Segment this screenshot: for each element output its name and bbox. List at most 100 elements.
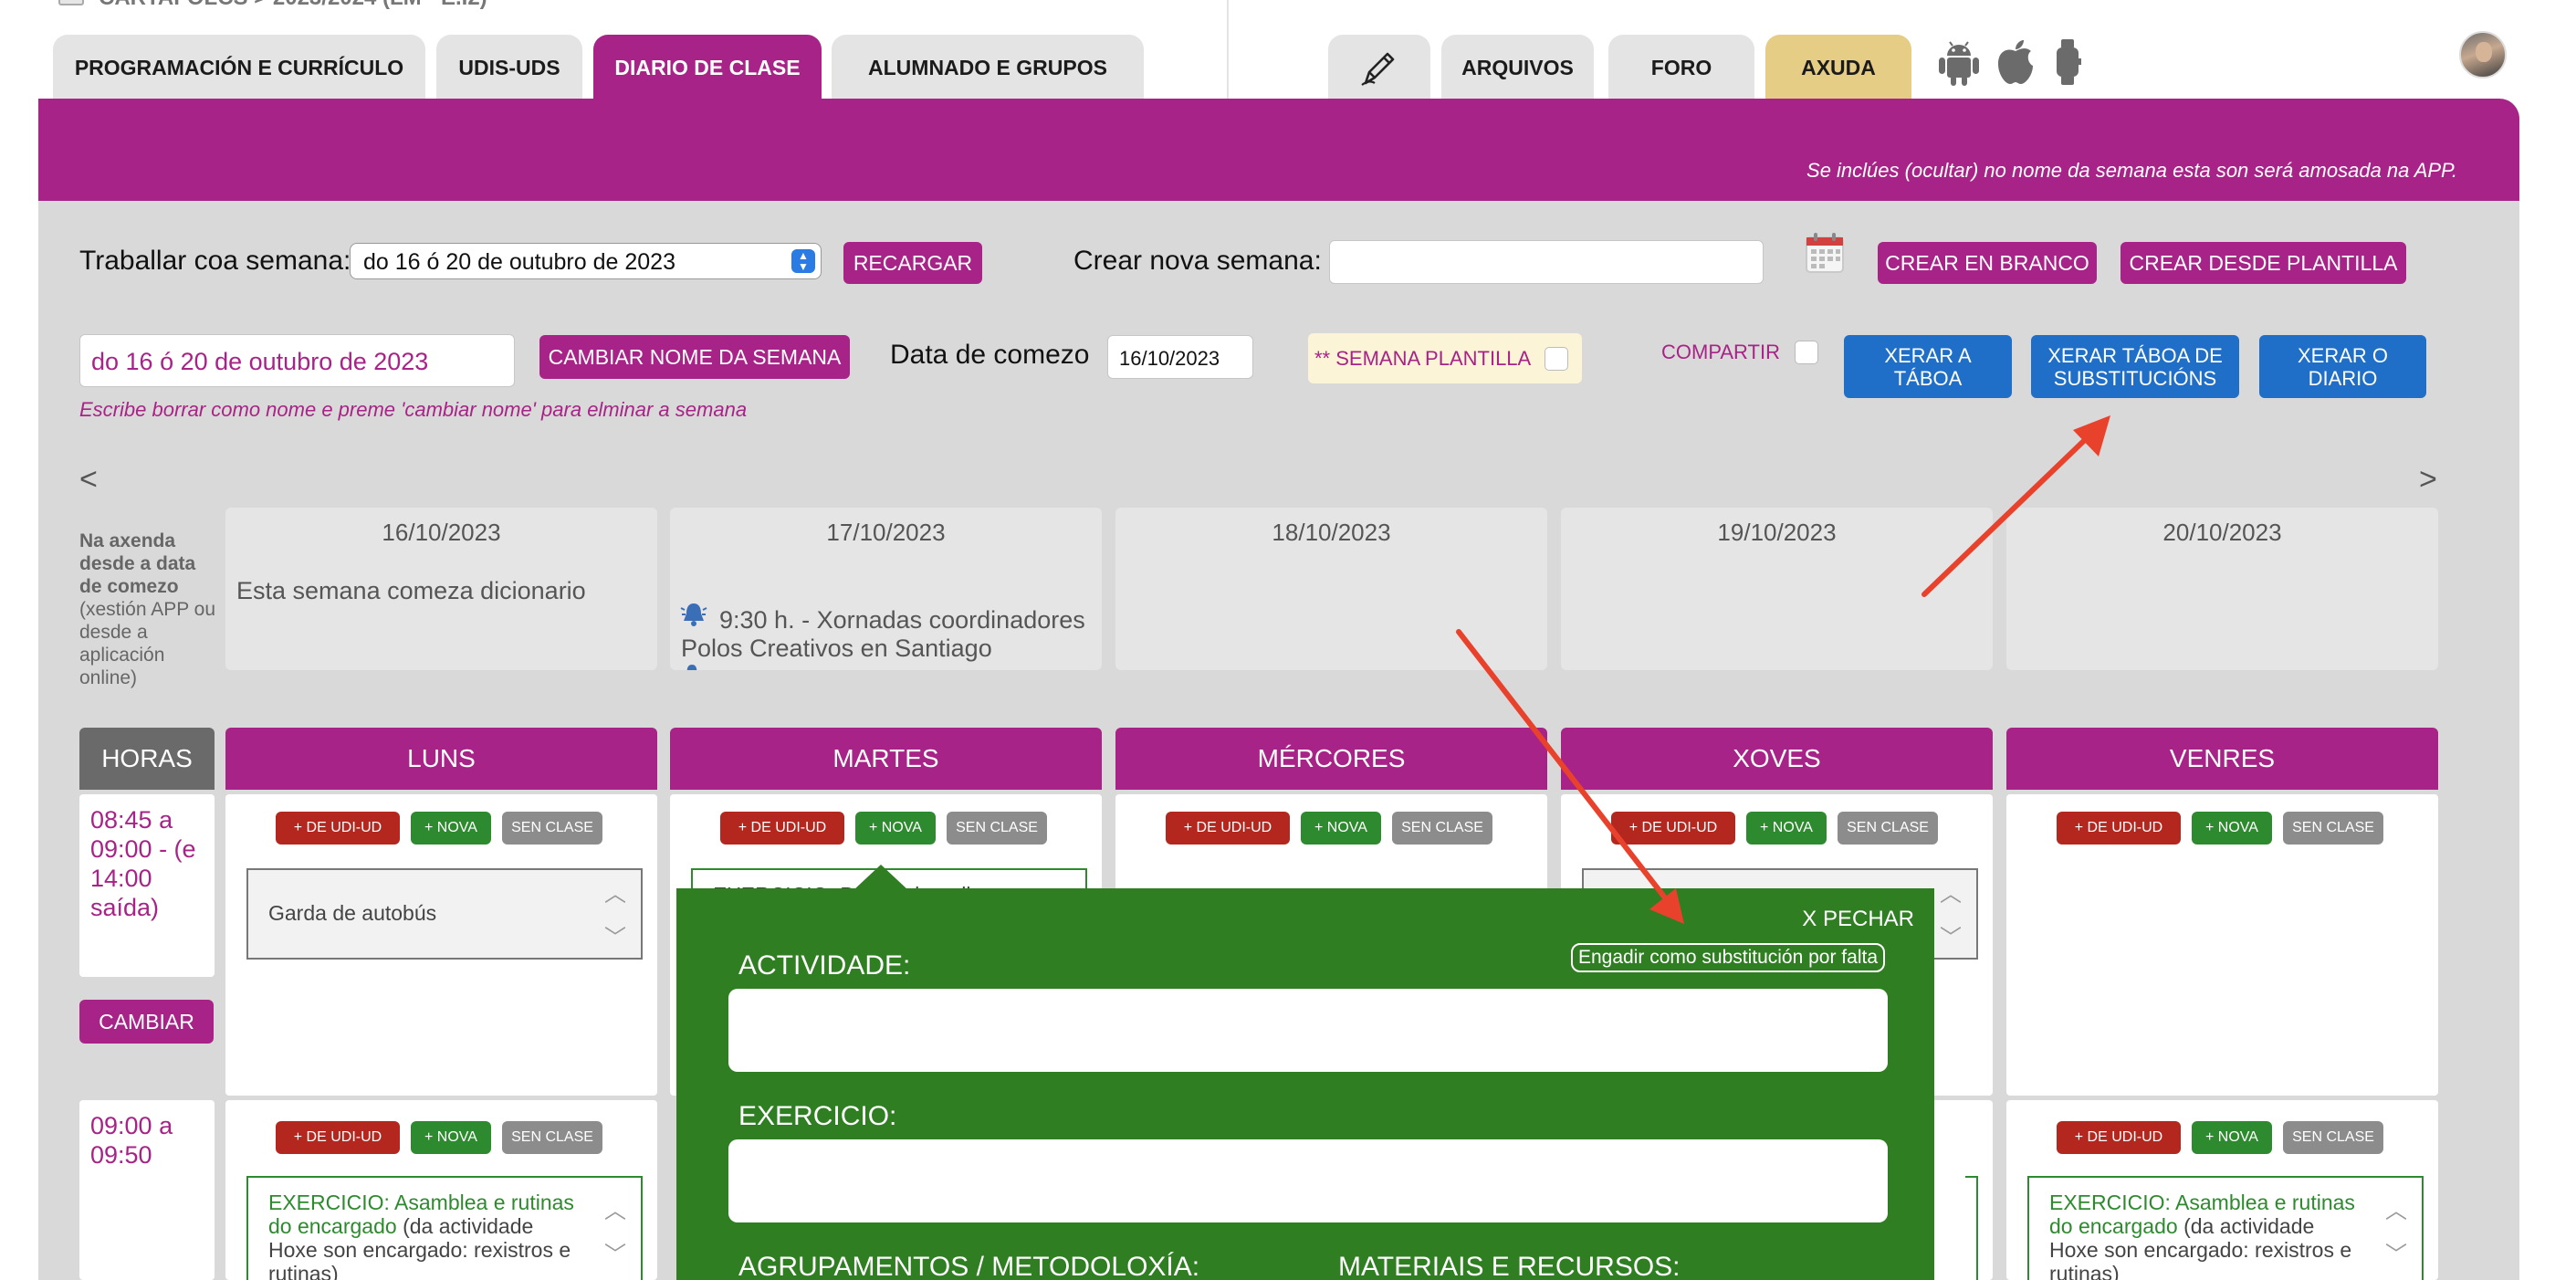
week-select[interactable]: do 16 ó 20 de outubro de 2023 ▲ ▼ [350,243,822,279]
no-class-button[interactable]: SEN CLASE [2283,1121,2383,1154]
agenda-text: Esta semana comeza dicionario [236,577,586,604]
lesson-entry[interactable]: EXERCICIO: Asamblea e rutinas do encarga… [246,1176,643,1280]
add-substitution-button[interactable]: Engadir como substitución por falta [1570,943,1885,972]
lesson-entry-partial [1965,1176,1978,1280]
create-template-button[interactable]: CREAR DESDE PLANTILLA [2120,242,2406,284]
chevron-down-icon[interactable]: ﹀ [1940,919,1962,951]
agenda-label-bold: Na axenda desde a data de comezo [79,530,196,597]
header-band [38,99,2519,201]
new-week-input[interactable] [1329,240,1764,284]
agenda-date: 16/10/2023 [382,519,501,546]
chevron-down-icon[interactable]: ﹀ [2385,1236,2407,1268]
start-date-value: 16/10/2023 [1119,347,1220,370]
col-header-xoves: XOVES [1561,728,1993,790]
reload-button[interactable]: RECARGAR [843,242,982,284]
groupings-label: AGRUPAMENTOS / METODOLOXÍA: [738,1252,1200,1280]
activity-input[interactable] [728,989,1888,1072]
android-icon[interactable] [1933,37,1984,88]
top-divider [1227,0,1229,100]
add-udi-button[interactable]: + DE UDI-UD [1166,812,1290,845]
start-date-input[interactable]: 16/10/2023 [1107,335,1253,379]
user-avatar[interactable] [2459,31,2507,79]
add-new-button[interactable]: + NOVA [1301,812,1381,845]
agenda-day-2: 17/10/2023 9:30 h. - Xornadas coordinado… [670,508,1102,670]
tab-axuda[interactable]: AXUDA [1765,35,1911,100]
generate-substitutions-button[interactable]: XERAR TÁBOA DE SUBSTITUCIÓNS [2031,335,2239,398]
time-cell-1: 08:45 a 09:00 - (e 14:00 saída) [79,794,215,977]
chevron-up-icon[interactable]: ︿ [604,1192,626,1224]
add-new-button[interactable]: + NOVA [2192,812,2272,845]
tab-diario[interactable]: DIARIO DE CLASE [593,35,822,100]
agenda-day-4: 19/10/2023 [1561,508,1993,670]
prev-week-button[interactable]: < [79,462,98,498]
share-checkbox[interactable] [1795,341,1818,364]
exercise-label: EXERCICIO: [738,1101,897,1131]
time-label: 09:00 a 09:50 [90,1112,173,1169]
week-name-value: do 16 ó 20 de outubro de 2023 [91,348,429,375]
add-new-button[interactable]: + NOVA [1746,812,1827,845]
tab-udis[interactable]: UDIS-UDS [436,35,582,100]
close-popup-button[interactable]: X PECHAR [1802,907,1914,932]
create-blank-button[interactable]: CREAR EN BRANCO [1878,242,2097,284]
new-week-label: Crear nova semana: [1073,246,1322,276]
col-header-venres: VENRES [2006,728,2438,790]
activity-label: ACTIVIDADE: [738,950,911,981]
time-label: 08:45 a 09:00 - (e 14:00 saída) [90,806,196,921]
time-cell-2: 09:00 a 09:50 [79,1100,215,1280]
calendar-icon[interactable] [1805,232,1845,274]
no-class-button[interactable]: SEN CLASE [1392,812,1492,845]
no-class-button[interactable]: SEN CLASE [502,1121,602,1154]
chevron-up-icon[interactable]: ︿ [1940,876,1962,908]
generate-table-button[interactable]: XERAR A TÁBOA [1844,335,2012,398]
apple-icon[interactable] [1990,37,2041,88]
share-label: COMPARTIR [1661,341,1780,363]
agenda-date: 17/10/2023 [826,519,946,546]
agenda-text: 9:30 h. - Xornadas coordinadores Polos C… [681,606,1085,662]
tab-arquivos[interactable]: ARQUIVOS [1441,35,1594,100]
add-udi-button[interactable]: + DE UDI-UD [2057,1121,2181,1154]
add-udi-button[interactable]: + DE UDI-UD [1611,812,1735,845]
lesson-entry[interactable]: EXERCICIO: Asamblea e rutinas do encarga… [2027,1176,2424,1280]
tab-edit[interactable] [1328,35,1430,100]
top-checkbox[interactable] [58,0,84,5]
add-udi-button[interactable]: + DE UDI-UD [276,812,400,845]
tab-alumnado[interactable]: ALUMNADO E GRUPOS [832,35,1144,100]
agenda-day-3: 18/10/2023 [1115,508,1547,670]
generate-diary-button[interactable]: XERAR O DIARIO [2259,335,2426,398]
exercise-input[interactable] [728,1139,1888,1222]
change-button[interactable]: CAMBIAR [79,1000,214,1044]
tab-foro[interactable]: FORO [1608,35,1754,100]
add-new-button[interactable]: + NOVA [411,812,491,845]
next-week-button[interactable]: > [2419,462,2437,498]
agenda-label: Na axenda desde a data de comezo (xestió… [79,530,216,689]
chevron-down-icon[interactable]: ﹀ [604,1236,626,1268]
add-udi-button[interactable]: + DE UDI-UD [2057,812,2181,845]
template-week-checkbox[interactable] [1545,347,1568,371]
agenda-date: 20/10/2023 [2162,519,2282,546]
add-udi-button[interactable]: + DE UDI-UD [276,1121,400,1154]
template-week-box: ** SEMANA PLANTILLA [1308,333,1582,383]
chevron-up-icon[interactable]: ︿ [2385,1192,2407,1224]
add-new-button[interactable]: + NOVA [855,812,936,845]
tab-programacion[interactable]: PROGRAMACIÓN E CURRÍCULO [53,35,425,100]
lesson-entry-text: EXERCICIO: Asamblea e rutinas do encarga… [268,1191,588,1280]
lesson-entry[interactable]: Garda de autobús ︿ ﹀ [246,868,643,960]
week-name-input[interactable]: do 16 ó 20 de outubro de 2023 [79,334,515,387]
agenda-date: 19/10/2023 [1717,519,1837,546]
start-date-label: Data de comezo [890,340,1090,370]
add-new-button[interactable]: + NOVA [411,1121,491,1154]
lesson-entry-text: EXERCICIO: Asamblea e rutinas do encarga… [2049,1191,2369,1280]
template-week-label: ** SEMANA PLANTILLA [1314,347,1532,370]
watch-icon[interactable] [2045,37,2090,88]
work-week-label: Traballar coa semana: [79,246,351,276]
chevron-up-icon[interactable]: ︿ [604,876,626,908]
chevron-down-icon[interactable]: ﹀ [604,919,626,951]
no-class-button[interactable]: SEN CLASE [2283,812,2383,845]
add-udi-button[interactable]: + DE UDI-UD [720,812,844,845]
activity-popup: X PECHAR Engadir como substitución por f… [676,888,1934,1280]
no-class-button[interactable]: SEN CLASE [1838,812,1938,845]
no-class-button[interactable]: SEN CLASE [502,812,602,845]
no-class-button[interactable]: SEN CLASE [947,812,1047,845]
rename-week-button[interactable]: CAMBIAR NOME DA SEMANA [539,335,850,379]
add-new-button[interactable]: + NOVA [2192,1121,2272,1154]
